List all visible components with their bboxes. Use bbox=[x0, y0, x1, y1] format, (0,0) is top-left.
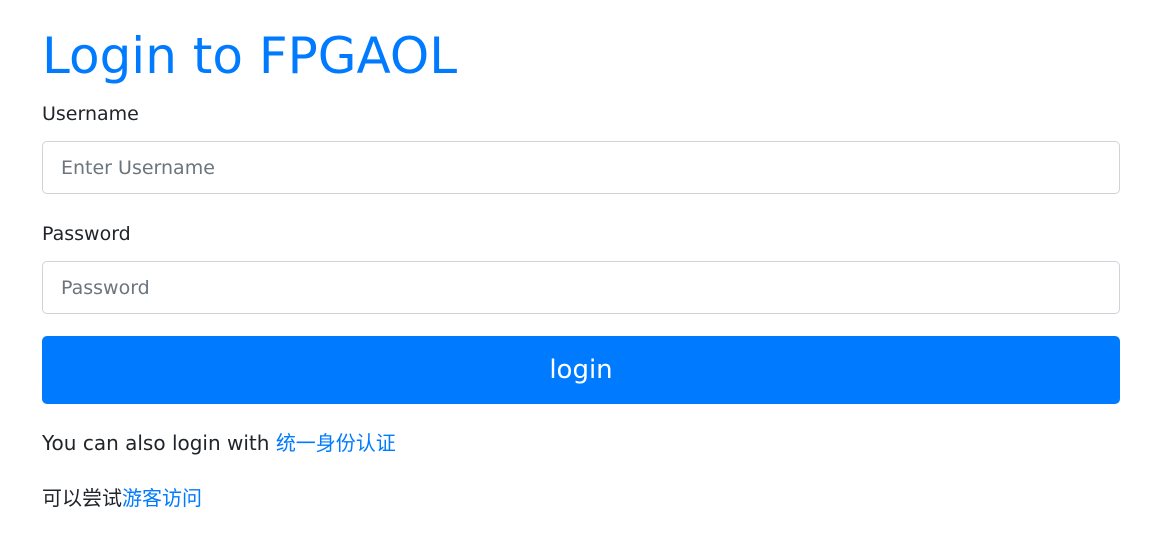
page-title: Login to FPGAOL bbox=[42, 27, 458, 85]
alt-login-line: You can also login with 统一身份认证 bbox=[42, 429, 396, 457]
alt-login-prefix: You can also login with bbox=[42, 431, 276, 455]
username-label: Username bbox=[42, 103, 139, 125]
login-button[interactable]: login bbox=[42, 336, 1120, 404]
guest-access-link[interactable]: 游客访问 bbox=[122, 486, 202, 510]
sso-login-link[interactable]: 统一身份认证 bbox=[276, 431, 396, 455]
password-input[interactable] bbox=[42, 261, 1120, 314]
guest-access-line: 可以尝试游客访问 bbox=[42, 484, 202, 512]
guest-access-prefix: 可以尝试 bbox=[42, 486, 122, 510]
password-label: Password bbox=[42, 223, 131, 245]
username-input[interactable] bbox=[42, 141, 1120, 194]
